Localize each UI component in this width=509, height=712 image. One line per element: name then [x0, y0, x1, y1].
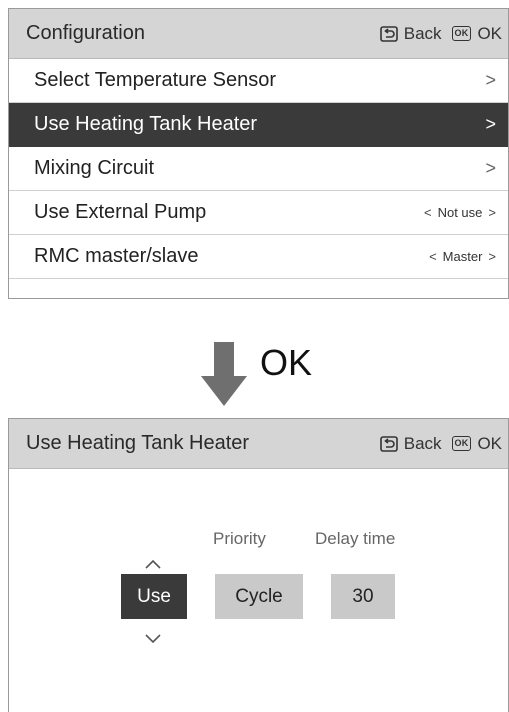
- ok-button[interactable]: OK OK: [451, 23, 502, 44]
- ok-icon: OK: [451, 436, 472, 451]
- menu-row-mixing-circuit[interactable]: Mixing Circuit >: [9, 147, 508, 191]
- chevron-down-icon[interactable]: [145, 631, 161, 649]
- configuration-title: Configuration: [26, 22, 145, 44]
- menu-row-label: RMC master/slave: [34, 245, 199, 267]
- chevron-right-icon: >: [485, 114, 496, 134]
- heating-tank-heater-screen: Use Heating Tank Heater Back OK OK Prior…: [8, 418, 509, 712]
- arrow-down-icon: [201, 342, 247, 411]
- transition-ok-label: OK: [260, 342, 313, 383]
- heater-header: Use Heating Tank Heater Back OK OK: [9, 419, 508, 469]
- back-icon: [379, 25, 398, 42]
- menu-row-label: Use Heating Tank Heater: [34, 113, 258, 135]
- ok-button[interactable]: OK OK: [451, 433, 502, 454]
- chevron-right-icon[interactable]: >: [488, 205, 496, 220]
- back-button[interactable]: Back: [379, 433, 442, 454]
- configuration-screen: Configuration Back OK OK Select Temperat…: [8, 8, 509, 299]
- menu-row-use-external-pump[interactable]: Use External Pump < Not use >: [9, 191, 508, 235]
- menu-row-label: Mixing Circuit: [34, 157, 155, 179]
- ok-label: OK: [477, 23, 502, 43]
- delay-time-label: Delay time: [315, 529, 396, 548]
- menu-row-value: Not use: [437, 205, 483, 220]
- priority-label: Priority: [213, 529, 266, 548]
- back-button[interactable]: Back: [379, 23, 442, 44]
- heater-title: Use Heating Tank Heater: [26, 432, 250, 454]
- back-label: Back: [403, 433, 442, 453]
- menu-row-select-temperature-sensor[interactable]: Select Temperature Sensor >: [9, 59, 508, 103]
- chevron-right-icon[interactable]: >: [488, 249, 496, 264]
- chevron-left-icon[interactable]: <: [424, 205, 432, 220]
- chevron-left-icon[interactable]: <: [429, 249, 437, 264]
- menu-row-use-heating-tank-heater[interactable]: Use Heating Tank Heater >: [9, 103, 508, 147]
- chevron-right-icon: >: [485, 70, 496, 90]
- priority-value-box[interactable]: Cycle: [215, 574, 303, 619]
- configuration-header: Configuration Back OK OK: [9, 9, 508, 59]
- delay-time-value-box[interactable]: 30: [331, 574, 395, 619]
- use-value-box[interactable]: Use: [121, 574, 187, 619]
- back-icon: [379, 435, 398, 452]
- ok-label: OK: [477, 433, 502, 453]
- chevron-up-icon[interactable]: [145, 556, 161, 574]
- menu-row-value: Master: [442, 249, 483, 264]
- chevron-right-icon: >: [485, 158, 496, 178]
- ok-icon: OK: [451, 26, 472, 41]
- menu-row-rmc-master-slave[interactable]: RMC master/slave < Master >: [9, 235, 508, 279]
- menu-row-label: Select Temperature Sensor: [34, 69, 276, 91]
- back-label: Back: [403, 23, 442, 43]
- menu-row-label: Use External Pump: [34, 201, 207, 223]
